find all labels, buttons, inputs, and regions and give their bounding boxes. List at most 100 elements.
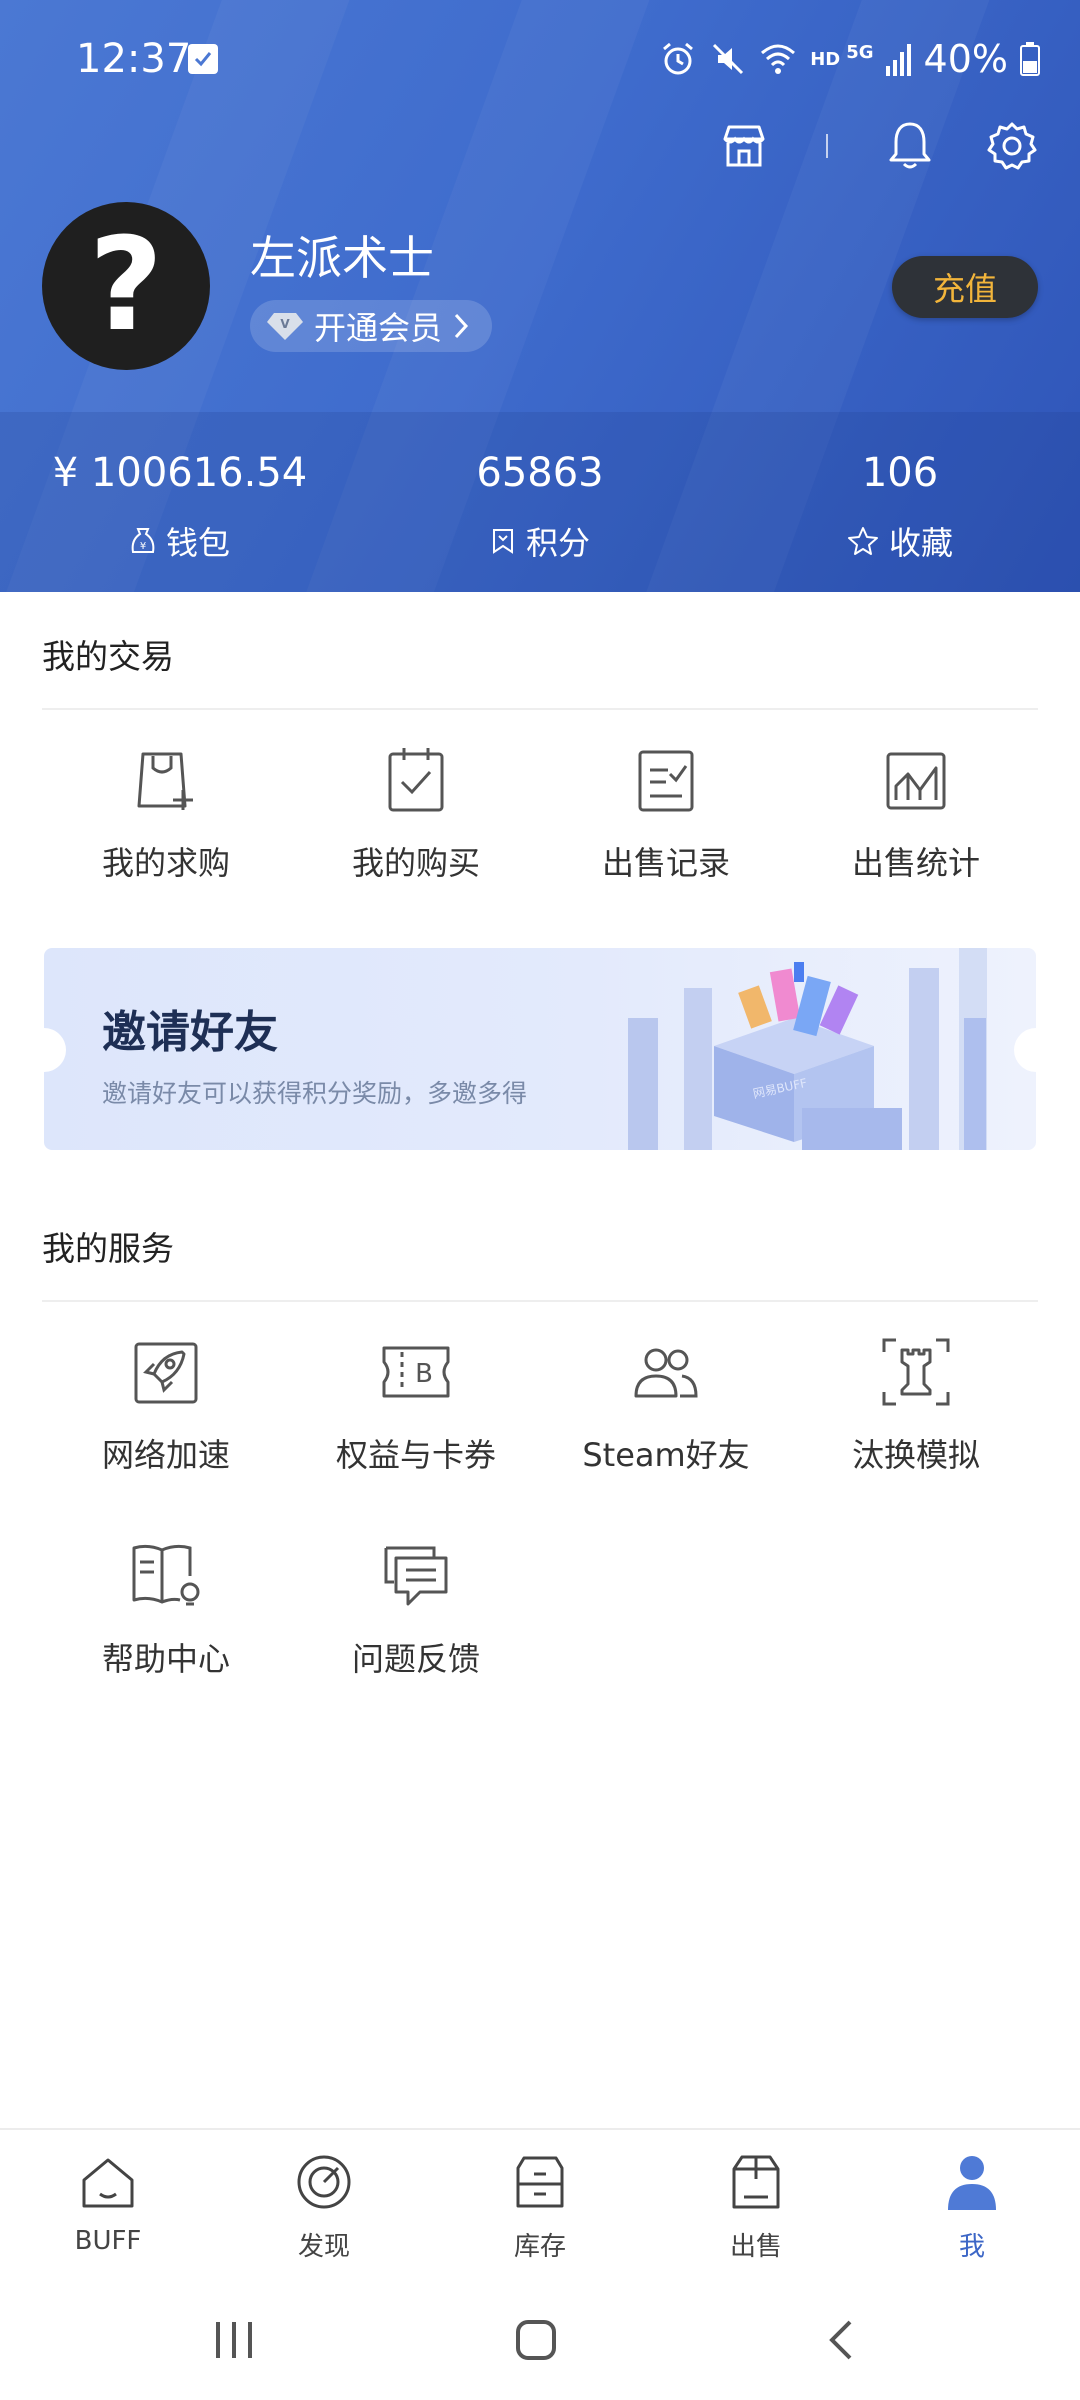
network-hd-label: HD	[810, 48, 841, 70]
avatar-placeholder: ?	[88, 211, 164, 360]
invite-friends-banner[interactable]: 邀请好友 邀请好友可以获得积分奖励，多邀多得 网易BUFF	[44, 948, 1036, 1150]
tab-me-label: 我	[958, 2232, 985, 2262]
tab-discover-label: 发现	[297, 2232, 350, 2262]
chart-icon	[876, 740, 956, 820]
wifi-icon	[761, 44, 796, 74]
favorites-label: 收藏	[888, 524, 953, 562]
header-divider	[826, 134, 828, 158]
gift-box-illustration: 网易BUFF	[628, 948, 987, 1150]
my-buy-orders-item[interactable]: 我的求购	[41, 740, 291, 884]
favorites-count: 106	[861, 450, 939, 496]
ticket-icon: B	[376, 1332, 456, 1412]
bag-plus-icon	[126, 740, 206, 820]
stat-wallet-label-row: ¥ 钱包	[130, 518, 230, 564]
my-purchases-item[interactable]: 我的购买	[291, 740, 541, 884]
header-actions	[716, 118, 1040, 174]
rocket-icon	[126, 1332, 206, 1412]
recharge-button[interactable]: 充值	[892, 256, 1038, 318]
section-divider	[42, 708, 1038, 710]
stats-bar: ¥ 100616.54 ¥ 钱包 65863 积分 106 收藏	[0, 412, 1080, 592]
battery-icon	[1020, 42, 1040, 76]
banner-notch-left	[44, 1028, 66, 1072]
help-center-label: 帮助中心	[101, 1640, 230, 1678]
steam-friends-label: Steam好友	[582, 1436, 750, 1474]
stat-points[interactable]: 65863 积分	[360, 412, 720, 592]
inventory-icon	[508, 2150, 572, 2214]
trade-up-sim-label: 汰换模拟	[851, 1436, 980, 1474]
alarm-icon	[663, 42, 694, 75]
home-icon	[76, 2150, 140, 2214]
wallet-icon: ¥	[131, 528, 155, 553]
username: 左派术士	[250, 231, 434, 285]
chevron-right-icon	[454, 313, 469, 339]
network-boost-label: 网络加速	[101, 1436, 230, 1474]
network-5g-label: 5G	[846, 41, 874, 63]
sale-records-label: 出售记录	[601, 844, 730, 882]
open-membership-label: 开通会员	[314, 309, 443, 347]
stat-wallet[interactable]: ¥ 100616.54 ¥ 钱包	[0, 412, 360, 592]
wallet-label: 钱包	[165, 524, 230, 562]
tab-sell[interactable]: 出售	[648, 2130, 864, 2278]
tab-discover[interactable]: 发现	[216, 2130, 432, 2278]
stat-favorites-label-row: 收藏	[847, 518, 953, 564]
bell-icon[interactable]	[882, 118, 938, 174]
feedback-item[interactable]: 问题反馈	[291, 1536, 541, 1680]
network-boost-item[interactable]: 网络加速	[41, 1332, 291, 1476]
tab-me[interactable]: 我	[864, 2130, 1080, 2278]
svg-text:¥: ¥	[140, 541, 146, 552]
stat-points-label-row: 积分	[490, 518, 590, 564]
star-icon	[847, 527, 878, 555]
sale-stats-label: 出售统计	[851, 844, 980, 882]
feedback-icon	[376, 1536, 456, 1616]
points-value: 65863	[476, 450, 604, 496]
status-icons: HD 5G 40%	[658, 34, 1040, 84]
my-trades-title: 我的交易	[42, 637, 174, 676]
feedback-label: 问题反馈	[351, 1640, 480, 1678]
services-grid-row-2: 帮助中心 问题反馈	[0, 1536, 1080, 1680]
tab-inventory[interactable]: 库存	[432, 2130, 648, 2278]
user-icon	[940, 2150, 1004, 2214]
home-button-icon[interactable]	[514, 2318, 558, 2362]
svg-text:B: B	[415, 1359, 433, 1389]
rook-icon	[876, 1332, 956, 1412]
points-label: 积分	[525, 524, 590, 562]
sale-stats-item[interactable]: 出售统计	[791, 740, 1041, 884]
discover-icon	[292, 2150, 356, 2214]
sale-records-item[interactable]: 出售记录	[541, 740, 791, 884]
tab-inventory-label: 库存	[513, 2232, 566, 2262]
back-icon[interactable]	[820, 2318, 864, 2362]
store-icon[interactable]	[716, 118, 772, 174]
list-check-icon	[626, 740, 706, 820]
clipboard-check-icon	[376, 740, 456, 820]
sell-box-icon	[724, 2150, 788, 2214]
battery-percent: 40%	[923, 37, 1008, 81]
settings-gear-icon[interactable]	[984, 118, 1040, 174]
diamond-vip-icon: V	[267, 313, 303, 340]
avatar[interactable]: ?	[42, 202, 210, 370]
profile-header: 12:37 HD 5G 40% ? 左派术士 V 开通会员 充值 ¥ 10061…	[0, 0, 1080, 592]
system-navigation-bar	[0, 2278, 1080, 2400]
my-buy-orders-label: 我的求购	[101, 844, 230, 882]
recent-apps-icon[interactable]	[212, 2318, 256, 2362]
tab-sell-label: 出售	[729, 2232, 782, 2262]
invite-banner-title: 邀请好友	[102, 1007, 278, 1058]
points-icon	[492, 529, 513, 554]
bottom-tab-bar: BUFF 发现 库存 出售 我	[0, 2128, 1080, 2278]
tab-buff[interactable]: BUFF	[0, 2130, 216, 2278]
section-divider	[42, 1300, 1038, 1302]
wallet-balance: ¥ 100616.54	[52, 450, 308, 496]
stat-favorites[interactable]: 106 收藏	[720, 412, 1080, 592]
tab-buff-label: BUFF	[74, 2226, 142, 2256]
status-time: 12:37	[76, 36, 192, 82]
status-bar: 12:37 HD 5G 40%	[0, 0, 1080, 120]
help-center-item[interactable]: 帮助中心	[41, 1536, 291, 1680]
benefits-coupons-item[interactable]: B 权益与卡券	[291, 1332, 541, 1476]
my-services-title: 我的服务	[42, 1229, 174, 1268]
signal-icon	[885, 44, 911, 76]
mute-icon	[713, 43, 744, 75]
open-membership-button[interactable]: V 开通会员	[250, 300, 493, 352]
trade-up-sim-item[interactable]: 汰换模拟	[791, 1332, 1041, 1476]
checkbox-notification-icon	[188, 44, 218, 74]
steam-friends-item[interactable]: Steam好友	[541, 1332, 791, 1476]
trade-grid: 我的求购 我的购买 出售记录 出售统计	[0, 740, 1080, 884]
